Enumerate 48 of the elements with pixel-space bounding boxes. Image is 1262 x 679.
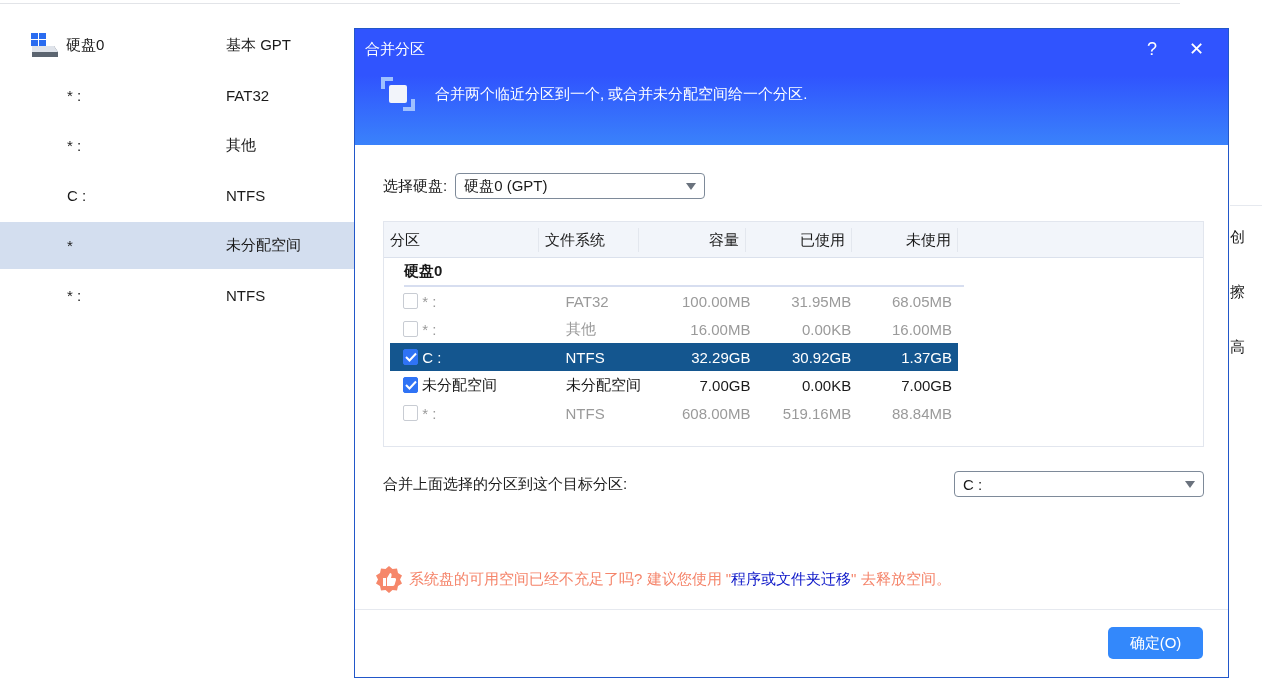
table-cell-text: NTFS xyxy=(564,404,606,422)
table-cell-text: 0.00KB xyxy=(801,320,853,338)
partition-type: 未分配空间 xyxy=(226,236,301,255)
column-header: 容量 xyxy=(639,227,746,252)
disk-name: 硬盘0 xyxy=(66,35,105,55)
partition-type: 基本 GPT xyxy=(226,35,291,55)
table-cell-text: 30.92GB xyxy=(791,348,853,366)
partition-type: FAT32 xyxy=(226,86,270,104)
partition-name: * xyxy=(66,237,73,254)
table-cell-text: 1.37GB xyxy=(900,348,953,366)
table-cell-text: 32.29GB xyxy=(690,348,752,366)
table-cell-text: 0.00KB xyxy=(801,376,853,394)
table-cell-text: 31.95MB xyxy=(790,292,853,310)
disk-label: 选择硬盘: xyxy=(383,176,448,196)
column-header: 已使用 xyxy=(746,227,852,252)
partition-type: NTFS xyxy=(226,286,266,304)
table-cell-text: C : xyxy=(421,348,443,366)
column-header: 未使用 xyxy=(852,227,958,252)
table-cell-text: 未分配空间 xyxy=(421,375,499,395)
partition-name: * : xyxy=(66,86,82,104)
table-cell-text: NTFS xyxy=(564,348,606,366)
partition-name: * : xyxy=(66,136,82,154)
table-cell-text: * : xyxy=(421,404,438,422)
target-label: 合并上面选择的分区到这个目标分区: xyxy=(383,474,628,494)
partition-name: C : xyxy=(66,186,87,204)
column-header: 分区 xyxy=(384,227,539,252)
tip-text: 系统盘的可用空间已经不充足了吗? 建议您使用 "程序或文件夹迁移" 去释放空间。 xyxy=(409,569,951,589)
table-cell-text: FAT32 xyxy=(564,292,610,310)
table-cell-text: 608.00MB xyxy=(681,404,752,422)
table-cell-text: 7.00GB xyxy=(900,376,953,394)
table-cell-text: * : xyxy=(421,292,438,310)
table-cell-text: 其他 xyxy=(564,319,597,339)
table-cell-text: 68.05MB xyxy=(890,292,953,310)
table-cell-text: 88.84MB xyxy=(890,404,953,422)
description-text: 合并两个临近分区到一个, 或合并未分配空间给一个分区. xyxy=(435,84,808,104)
table-cell-text: * : xyxy=(421,320,438,338)
table-cell-text: 100.00MB xyxy=(681,292,752,310)
partition-type: NTFS xyxy=(226,186,266,204)
table-cell-text: 16.00MB xyxy=(890,320,953,338)
table-cell-text: 519.16MB xyxy=(781,404,853,422)
table-cell-text: 未分配空间 xyxy=(564,375,642,395)
table-cell-text: 16.00MB xyxy=(689,320,752,338)
group-header: 硬盘0 xyxy=(404,262,964,287)
partition-type: 其他 xyxy=(226,135,256,155)
window-title: 合并分区 xyxy=(365,39,426,59)
table-cell-text: 7.00GB xyxy=(698,376,752,394)
partition-name: * : xyxy=(66,286,82,304)
column-header: 文件系统 xyxy=(539,227,639,252)
